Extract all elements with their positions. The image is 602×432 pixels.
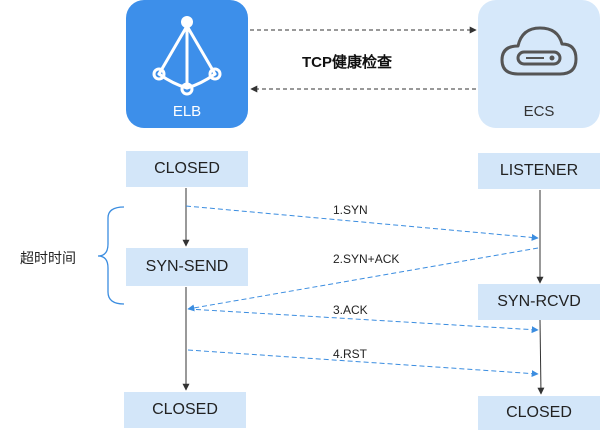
elb-state-syn-send: SYN-SEND (126, 248, 248, 286)
ecs-state-closed-bottom: CLOSED (478, 396, 600, 430)
syn-ack-label: 2.SYN+ACK (333, 252, 400, 266)
ecs-state-listener: LISTENER (478, 153, 600, 189)
timeout-bracket (97, 206, 125, 305)
syn-label: 1.SYN (333, 203, 368, 217)
timeout-label: 超时时间 (20, 250, 76, 266)
sequence-diagram-lines (97, 26, 545, 395)
ecs-state-syn-rcvd: SYN-RCVD (478, 284, 600, 320)
ack-label: 3.ACK (333, 303, 368, 317)
elb-state-closed-bottom: CLOSED (124, 392, 246, 428)
ecs-flow-line-2 (537, 319, 545, 395)
health-check-label: TCP健康检查 (302, 54, 393, 71)
elb-state-closed-top: CLOSED (126, 151, 248, 187)
rst-label: 4.RST (333, 347, 368, 361)
